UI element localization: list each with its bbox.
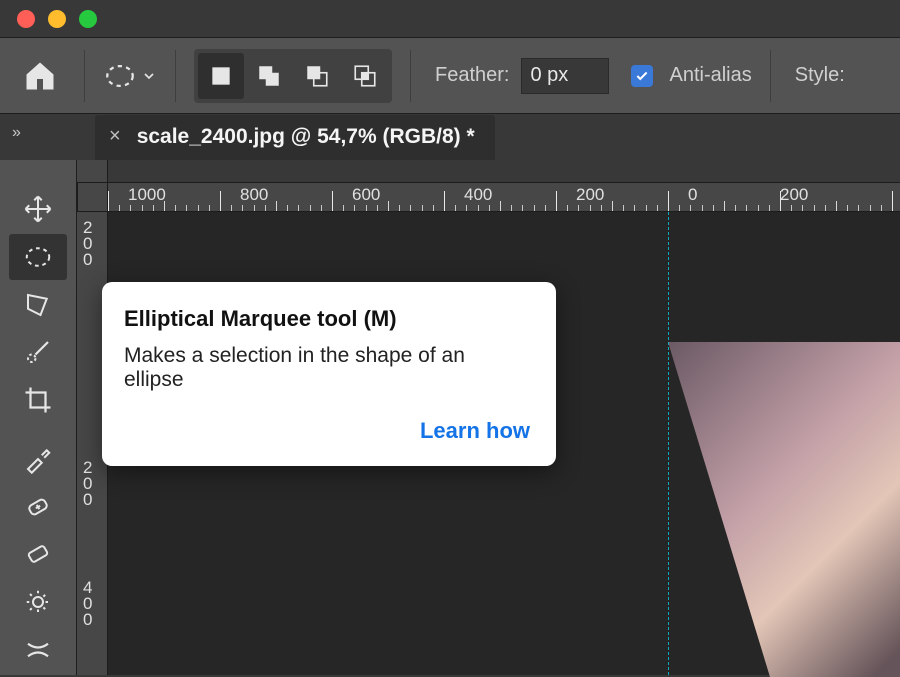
home-button[interactable] [14,50,66,102]
intersect-selection-icon [352,63,378,89]
intersect-selection-button[interactable] [342,53,388,99]
crop-tool[interactable] [9,377,67,423]
document-tab-title: scale_2400.jpg @ 54,7% (RGB/8) * [137,125,475,149]
lasso-tool[interactable] [9,282,67,328]
traffic-close-icon[interactable] [17,10,35,28]
ruler-h-label: 400 [464,185,492,205]
ellipse-marquee-icon [103,59,137,93]
ruler-h-label: 0 [688,185,697,205]
expand-panels-button[interactable]: » [12,124,21,142]
tooltip-title: Elliptical Marquee tool (M) [124,306,530,332]
window-titlebar [0,0,900,38]
separator [84,50,85,102]
close-tab-icon[interactable]: × [109,125,121,148]
move-icon [23,194,53,224]
tooltip-description: Makes a selection in the shape of an ell… [124,344,530,392]
gear-icon [23,587,53,617]
current-tool-dropdown[interactable] [103,59,157,93]
antialias-checkbox-wrap[interactable]: Anti-alias [631,64,751,87]
new-selection-button[interactable] [198,53,244,99]
marquee-tool[interactable] [9,234,67,280]
brush-icon [23,337,53,367]
move-tool[interactable] [9,186,67,232]
home-icon [22,58,58,94]
brush-tool[interactable] [9,330,67,376]
swap-tool[interactable] [9,627,67,673]
ruler-h-label: 200 [576,185,604,205]
healing-brush-tool[interactable] [9,484,67,530]
selection-mode-group [194,49,392,103]
add-selection-icon [256,63,282,89]
ellipse-marquee-icon [23,242,53,272]
document-tab[interactable]: × scale_2400.jpg @ 54,7% (RGB/8) * [95,115,495,160]
ruler-v-label: 200 [83,460,92,508]
eraser-tool[interactable] [9,531,67,577]
image-content [668,342,900,677]
checkbox-checked-icon [631,65,653,87]
separator [410,50,411,102]
traffic-zoom-icon[interactable] [79,10,97,28]
ruler-v-label: 200 [83,220,92,268]
ruler-h-label: 600 [352,185,380,205]
eyedropper-tool[interactable] [9,436,67,482]
lasso-icon [23,290,53,320]
ruler-v-label: 400 [83,580,92,628]
toolbox [0,160,77,675]
new-selection-icon [208,63,234,89]
tooltip-learn-link[interactable]: Learn how [124,418,530,444]
chevron-down-icon [141,68,157,84]
gear-tool[interactable] [9,579,67,625]
subtract-selection-button[interactable] [294,53,340,99]
ruler-h-label: 800 [240,185,268,205]
feather-label: Feather: [435,64,509,87]
healing-brush-icon [23,492,53,522]
eraser-icon [23,539,53,569]
antialias-label: Anti-alias [669,64,751,87]
ruler-h-label: 1000 [128,185,166,205]
separator [770,50,771,102]
tool-tooltip: Elliptical Marquee tool (M) Makes a sele… [102,282,556,466]
eyedropper-icon [23,444,53,474]
crop-icon [23,385,53,415]
style-label: Style: [795,64,845,87]
subtract-selection-icon [304,63,330,89]
swap-icon [23,635,53,665]
separator [175,50,176,102]
guide-vertical[interactable] [668,212,669,675]
ruler-h-label: 200 [780,185,808,205]
ruler-origin[interactable] [77,182,108,212]
feather-input[interactable] [521,58,609,94]
options-bar: Feather: Anti-alias Style: [0,38,900,114]
traffic-minimize-icon[interactable] [48,10,66,28]
ruler-horizontal[interactable]: 1000 800 600 400 200 0 200 [108,182,900,212]
document-tab-bar: × scale_2400.jpg @ 54,7% (RGB/8) * [77,114,900,160]
add-selection-button[interactable] [246,53,292,99]
